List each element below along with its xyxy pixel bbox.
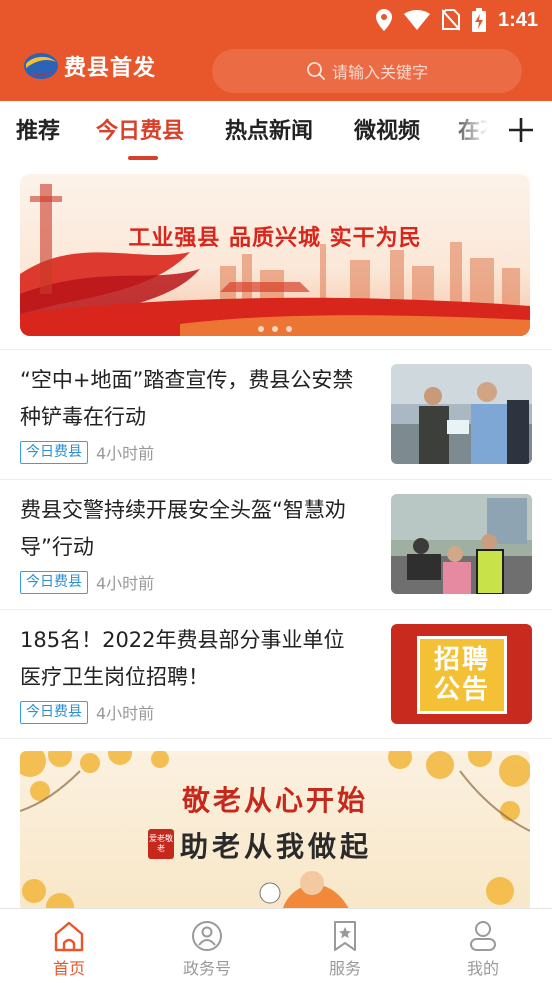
search-placeholder: 请输入关键字: [331, 63, 428, 82]
news-meta: 今日费县 4小时前: [20, 570, 154, 594]
app-logo[interactable]: 费县首发: [22, 50, 156, 82]
news-title: 费县交警持续开展安全头盔“智慧劝导”行动: [20, 498, 346, 559]
divider: [0, 738, 552, 739]
tab-hot-news[interactable]: 热点新闻: [225, 113, 313, 145]
channel-tabs: 推荐 今日费县 热点新闻 微视频 在不: [0, 101, 552, 161]
traffic-police-photo: [391, 494, 532, 594]
banner-dot: [272, 326, 278, 332]
news-item[interactable]: 185名！2022年费县部分事业单位医疗卫生岗位招聘！ 今日费县 4小时前 招聘…: [0, 610, 552, 738]
banner-dot: [286, 326, 292, 332]
recruitment-label-2: 公告: [433, 675, 490, 705]
news-tag: 今日费县: [20, 570, 88, 594]
search-input[interactable]: 请输入关键字: [212, 49, 522, 93]
news-tag: 今日费县: [20, 700, 88, 724]
service-bookmark-icon: [334, 921, 356, 951]
news-item[interactable]: “空中+地面”踏查宣传，费县公安禁种铲毒在行动 今日费县 4小时前: [0, 350, 552, 478]
banner-slogan: 工业强县 品质兴城 实干为民: [128, 226, 422, 251]
bottom-nav: 首页 政务号 服务 我的: [0, 908, 552, 983]
nav-mine-label: 我的: [466, 959, 499, 978]
recruitment-poster: 招聘 公告: [417, 636, 507, 714]
top-banner[interactable]: 工业强县 品质兴城 实干为民: [20, 174, 530, 336]
recruitment-label-1: 招聘: [433, 645, 490, 675]
no-sim-icon: [441, 9, 460, 31]
wifi-icon: [403, 10, 430, 30]
news-thumbnail: [391, 494, 532, 594]
app-header: 1:41 费县首发 请输入关键字: [0, 0, 552, 101]
news-thumbnail: [391, 364, 532, 464]
tab-recommend[interactable]: 推荐: [16, 113, 60, 145]
nav-mine[interactable]: 我的: [414, 909, 552, 983]
tab-micro-video[interactable]: 微视频: [354, 113, 420, 145]
nav-home[interactable]: 首页: [0, 909, 138, 983]
battery-charging-icon: [471, 8, 486, 32]
nav-gov-account-label: 政务号: [182, 959, 231, 978]
news-time: 4小时前: [96, 704, 155, 723]
search-icon: [307, 62, 325, 80]
user-icon: [470, 921, 496, 951]
tab-fade: [446, 101, 506, 161]
app-name: 费县首发: [64, 55, 157, 81]
banner-dot: [258, 326, 264, 332]
police-photo: [391, 364, 532, 464]
nav-service[interactable]: 服务: [276, 909, 414, 983]
news-title: 185名！2022年费县部分事业单位医疗卫生岗位招聘！: [20, 628, 345, 689]
news-thumbnail: 招聘 公告: [391, 624, 532, 724]
nav-home-label: 首页: [52, 959, 85, 978]
status-icons: 1:41: [375, 6, 538, 34]
banner-artwork: [20, 184, 530, 336]
home-icon: [54, 921, 84, 952]
news-item[interactable]: 费县交警持续开展安全头盔“智慧劝导”行动 今日费县 4小时前: [0, 480, 552, 608]
banner2-subtitle: 助老从我做起: [180, 830, 373, 863]
news-meta: 今日费县 4小时前: [20, 700, 154, 724]
active-tab-indicator: [128, 156, 158, 160]
gov-account-icon: [192, 921, 222, 951]
top-row: 费县首发 请输入关键字: [0, 44, 552, 96]
tab-today-feixian[interactable]: 今日费县: [96, 113, 184, 145]
nav-service-label: 服务: [328, 959, 361, 978]
news-title: “空中+地面”踏查宣传，费县公安禁种铲毒在行动: [20, 368, 354, 429]
banner2-title: 敬老从心开始: [181, 784, 368, 817]
banner2-seal: 爱老敬老: [148, 829, 174, 859]
status-time: 1:41: [497, 8, 538, 31]
logo-mark-icon: [24, 53, 58, 79]
status-bar: 1:41: [0, 0, 552, 40]
news-time: 4小时前: [96, 444, 155, 463]
plus-icon[interactable]: [506, 115, 536, 145]
news-tag: 今日费县: [20, 440, 88, 464]
news-meta: 今日费县 4小时前: [20, 440, 154, 464]
elder-care-banner[interactable]: 敬老从心开始 爱老敬老 助老从我做起: [20, 751, 530, 911]
banner-pagination: [20, 326, 530, 332]
nav-gov-account[interactable]: 政务号: [138, 909, 276, 983]
news-time: 4小时前: [96, 574, 155, 593]
location-icon: [375, 9, 392, 31]
